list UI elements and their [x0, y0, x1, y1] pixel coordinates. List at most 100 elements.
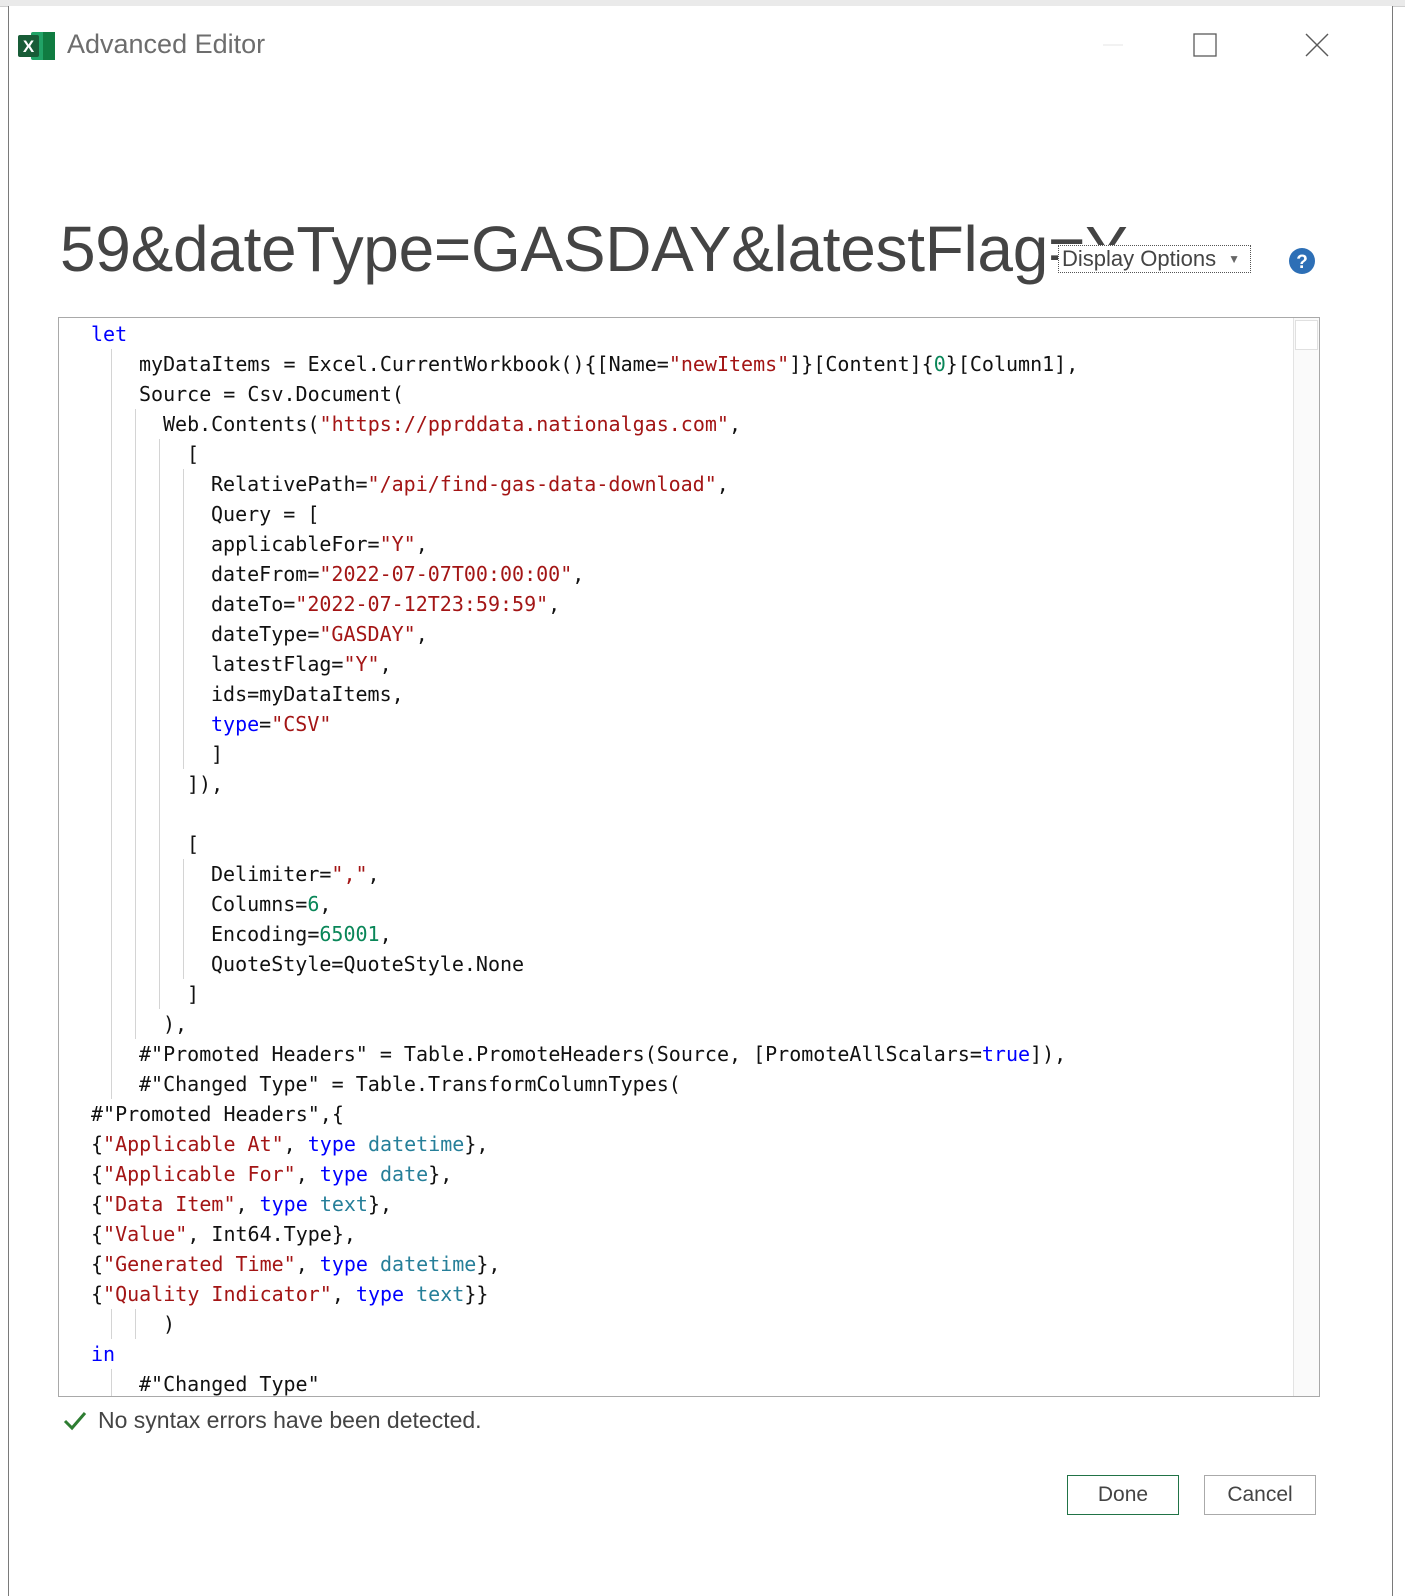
- indent-guide: [183, 469, 184, 499]
- code-token: ,: [572, 562, 585, 586]
- code-token: 6: [307, 892, 320, 916]
- indent-guide: [183, 679, 184, 709]
- maximize-icon: [1193, 33, 1217, 57]
- code-token: ]),: [187, 772, 224, 796]
- code-token: "GASDAY": [319, 622, 416, 646]
- window-title: Advanced Editor: [67, 29, 266, 59]
- indent-guide: [135, 979, 136, 1009]
- code-token: },: [464, 1132, 489, 1156]
- syntax-status: No syntax errors have been detected.: [62, 1405, 482, 1435]
- code-token: "2022-07-12T23:59:59": [295, 592, 549, 616]
- indent-guide: [135, 559, 136, 589]
- indent-guide: [135, 859, 136, 889]
- indent-guide: [135, 679, 136, 709]
- svg-text:X: X: [23, 37, 35, 56]
- code-text: {"Applicable For", type date},: [91, 1159, 452, 1189]
- indent-guide: [111, 859, 112, 889]
- code-text: [: [187, 439, 199, 469]
- code-token: "Applicable For": [103, 1162, 296, 1186]
- indent-guide: [111, 1069, 112, 1099]
- code-text: dateFrom="2022-07-07T00:00:00",: [211, 559, 584, 589]
- code-text: Query = [: [211, 499, 319, 529]
- code-token: let: [91, 322, 128, 346]
- indent-guide: [111, 1009, 112, 1039]
- done-button[interactable]: Done: [1067, 1475, 1179, 1515]
- code-editor[interactable]: let myDataItems = Excel.CurrentWorkbook()…: [58, 317, 1320, 1397]
- code-text: ): [163, 1309, 175, 1339]
- indent-guide: [111, 619, 112, 649]
- code-text: Encoding=65001,: [211, 919, 392, 949]
- code-token: {: [91, 1192, 104, 1216]
- code-text: in: [91, 1339, 115, 1369]
- code-token: ]: [187, 982, 200, 1006]
- code-token: true: [981, 1042, 1031, 1066]
- indent-guide: [111, 529, 112, 559]
- code-token: "newItems": [668, 352, 790, 376]
- checkmark-icon: [63, 1412, 87, 1431]
- indent-guide: [111, 1039, 112, 1069]
- code-token: #"Promoted Headers",{: [91, 1102, 344, 1126]
- code-token: "Value": [103, 1222, 188, 1246]
- indent-guide: [183, 619, 184, 649]
- code-text: let: [91, 319, 127, 349]
- code-token: ,: [716, 472, 729, 496]
- indent-guide: [183, 919, 184, 949]
- display-options-dropdown[interactable]: Display Options ▼: [1058, 245, 1251, 273]
- code-token: "Y": [379, 532, 416, 556]
- indent-guide: [111, 1309, 112, 1339]
- code-token: myDataItems = Excel.CurrentWorkbook(){[N…: [139, 352, 669, 376]
- code-token: Query = [: [211, 502, 320, 526]
- code-text: ids=myDataItems,: [211, 679, 404, 709]
- indent-guide: [111, 469, 112, 499]
- code-text: ]: [187, 979, 199, 1009]
- indent-guide: [111, 739, 112, 769]
- close-button[interactable]: [1294, 22, 1340, 68]
- code-token: ,: [548, 592, 561, 616]
- code-text: Web.Contents("https://pprddata.nationalg…: [163, 409, 741, 439]
- display-options-label: Display Options: [1062, 246, 1217, 271]
- indent-guide: [111, 829, 112, 859]
- code-text: ]),: [187, 769, 223, 799]
- indent-guide: [111, 889, 112, 919]
- code-text: {"Quality Indicator", type text}}: [91, 1279, 488, 1309]
- code-token: ,: [415, 622, 428, 646]
- code-text: [: [187, 829, 199, 859]
- code-token: ,: [728, 412, 741, 436]
- indent-guide: [159, 769, 160, 799]
- code-text: dateType="GASDAY",: [211, 619, 428, 649]
- indent-guide: [135, 739, 136, 769]
- code-token: #"Promoted Headers" = Table.PromoteHeade…: [139, 1042, 982, 1066]
- cancel-button[interactable]: Cancel: [1204, 1475, 1316, 1515]
- indent-guide: [183, 559, 184, 589]
- code-text: QuoteStyle=QuoteStyle.None: [211, 949, 524, 979]
- code-token: type: [319, 1252, 368, 1276]
- indent-guide: [135, 799, 136, 829]
- code-token: ): [163, 1312, 176, 1336]
- code-text: Columns=6,: [211, 889, 331, 919]
- indent-guide: [111, 979, 112, 1009]
- help-icon[interactable]: ?: [1288, 247, 1316, 275]
- vertical-scrollbar[interactable]: [1293, 318, 1319, 1396]
- indent-guide: [135, 1009, 136, 1039]
- maximize-button[interactable]: [1182, 22, 1228, 68]
- code-text: #"Changed Type" = Table.TransformColumnT…: [139, 1069, 681, 1099]
- dropdown-arrow-icon: ▼: [1228, 252, 1240, 266]
- indent-guide: [183, 709, 184, 739]
- code-text: Source = Csv.Document(: [139, 379, 404, 409]
- code-token: ,: [331, 1282, 356, 1306]
- code-token: 0: [933, 352, 946, 376]
- indent-guide: [111, 499, 112, 529]
- indent-guide: [111, 439, 112, 469]
- code-token: {: [91, 1282, 104, 1306]
- code-token: },: [476, 1252, 501, 1276]
- minimize-button[interactable]: [1090, 22, 1136, 68]
- code-token: type: [307, 1132, 356, 1156]
- code-text: Delimiter=",",: [211, 859, 380, 889]
- indent-guide: [159, 589, 160, 619]
- indent-guide: [159, 679, 160, 709]
- scrollbar-thumb[interactable]: [1295, 320, 1318, 350]
- code-token: ,: [415, 532, 428, 556]
